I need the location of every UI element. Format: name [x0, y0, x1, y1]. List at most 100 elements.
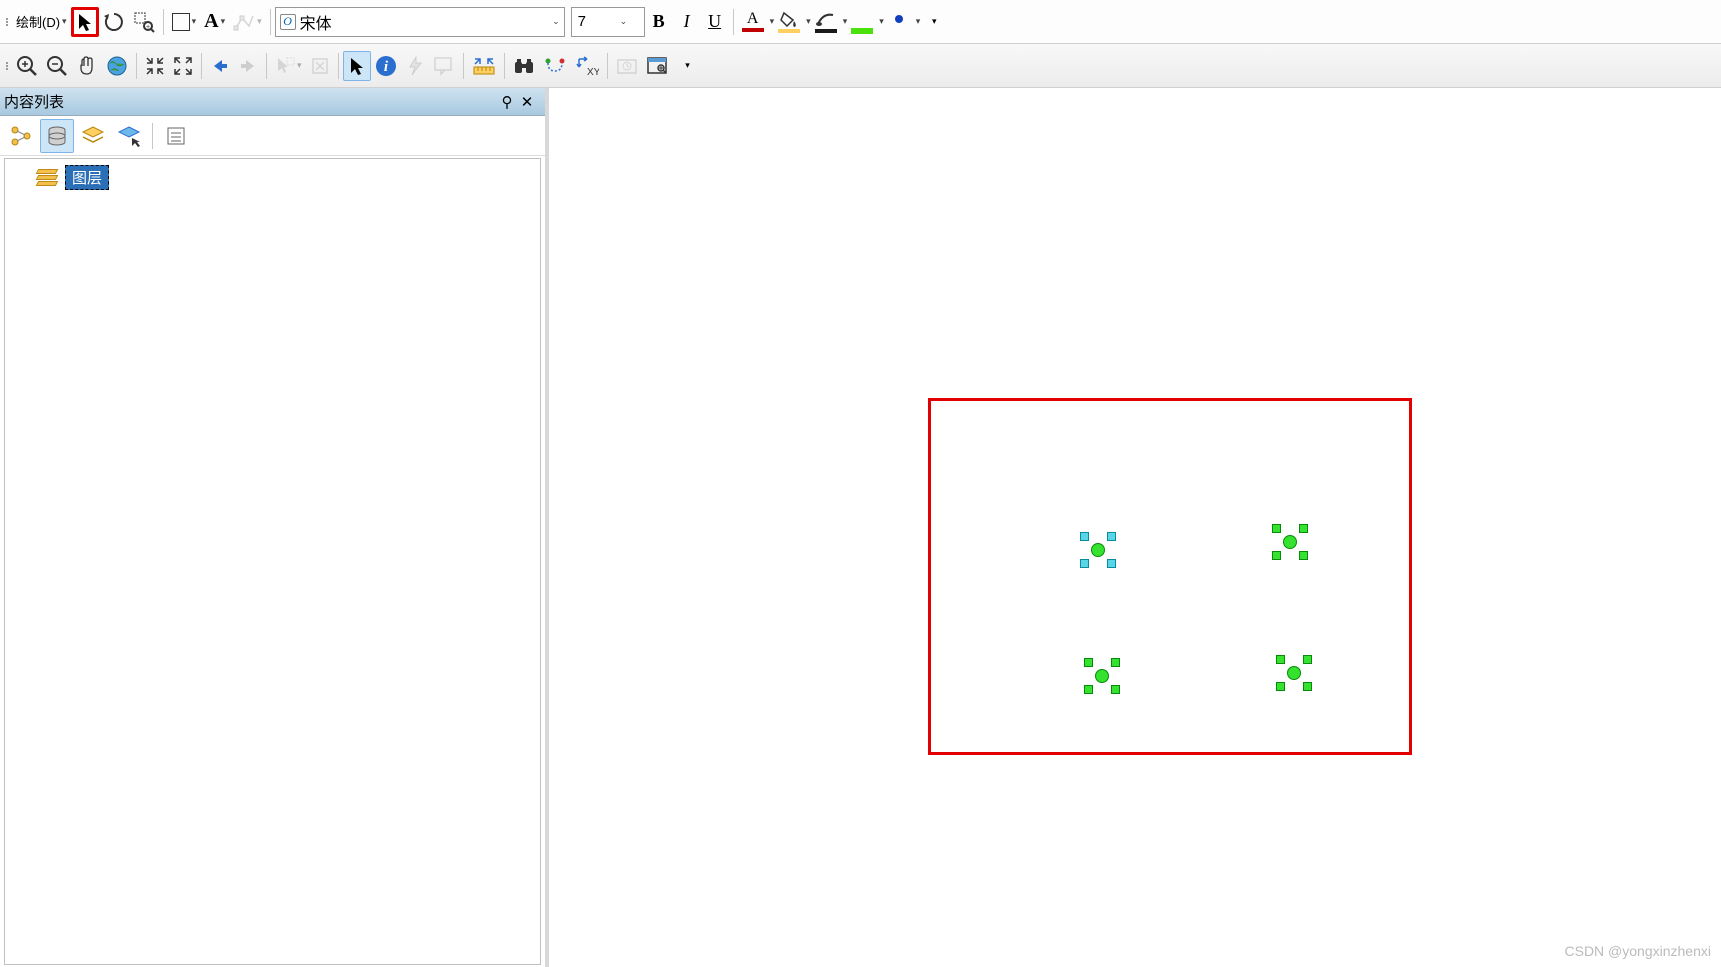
line-color-button[interactable] [811, 7, 841, 37]
map-point-marker[interactable] [1272, 524, 1308, 560]
draw-menu[interactable]: 绘制(D) ▾ [12, 7, 71, 37]
separator [152, 123, 153, 149]
separator [733, 9, 734, 35]
watermark: CSDN @yongxinzhenxi [1565, 943, 1712, 959]
zoom-to-selection-button[interactable]: + [129, 7, 159, 37]
toolbar-grip[interactable] [4, 8, 10, 36]
font-selector[interactable]: O ⌄ [275, 7, 565, 37]
overflow-icon: ▾ [932, 16, 937, 27]
time-icon [616, 56, 638, 76]
font-size-selector[interactable]: ⌄ [571, 7, 645, 37]
map-point-marker[interactable] [1084, 658, 1120, 694]
globe-icon [106, 55, 128, 77]
fixed-zoom-out-button[interactable] [169, 51, 197, 81]
dropdown-arrow-icon: ▾ [192, 16, 197, 27]
toolbar-overflow-button[interactable]: ▾ [674, 51, 702, 81]
font-size-input[interactable] [578, 13, 618, 30]
separator [270, 9, 271, 35]
options-icon [165, 125, 187, 147]
toc-root-item[interactable]: 图层 [11, 165, 534, 190]
find-route-button[interactable] [539, 51, 571, 81]
pin-icon: ⚲ [502, 94, 513, 111]
pan-button[interactable] [72, 51, 102, 81]
annotation-box [928, 398, 1412, 755]
hand-icon [76, 55, 98, 77]
forward-arrow-icon [238, 57, 258, 75]
vertices-icon [233, 12, 255, 32]
measure-button[interactable] [468, 51, 500, 81]
viewer-window-button[interactable] [642, 51, 674, 81]
list-by-drawing-order-button[interactable] [4, 119, 38, 153]
goto-xy-button[interactable]: XY [571, 51, 603, 81]
separator [504, 53, 505, 79]
marker-color-button[interactable] [847, 7, 877, 37]
list-by-selection-button[interactable] [112, 119, 146, 153]
map-canvas[interactable] [549, 88, 1721, 967]
text-tool-button[interactable]: A ▾ [200, 7, 229, 37]
select-features-button: ▾ [271, 51, 306, 81]
layers-icon [80, 124, 106, 148]
font-color-icon: A [747, 12, 759, 26]
fixed-zoom-in-button[interactable] [141, 51, 169, 81]
back-arrow-icon [210, 57, 230, 75]
identify-button[interactable]: i [371, 51, 401, 81]
info-icon: i [375, 55, 397, 77]
toolbar-grip[interactable] [4, 52, 10, 80]
toc-title: 内容列表 [4, 91, 64, 112]
italic-button[interactable]: I [673, 7, 701, 37]
close-icon: ✕ [521, 94, 534, 111]
map-point-marker[interactable] [1276, 655, 1312, 691]
toolbar-overflow-button[interactable]: ▾ [920, 7, 948, 37]
rotate-button[interactable] [99, 7, 129, 37]
underline-icon: U [708, 11, 721, 32]
list-by-visibility-button[interactable] [76, 119, 110, 153]
time-slider-button [612, 51, 642, 81]
zoom-out-button[interactable] [42, 51, 72, 81]
separator [607, 53, 608, 79]
italic-icon: I [684, 11, 690, 32]
lightning-icon [406, 55, 424, 77]
find-button[interactable] [509, 51, 539, 81]
map-point-marker[interactable] [1080, 532, 1116, 568]
options-button[interactable] [159, 119, 193, 153]
dropdown-arrow-icon: ▾ [62, 16, 67, 27]
dropdown-arrow-icon: ▾ [221, 16, 226, 27]
pin-button[interactable]: ⚲ [497, 93, 517, 111]
fill-color-swatch [778, 29, 800, 33]
full-extent-button[interactable] [102, 51, 132, 81]
pointer-icon [348, 56, 366, 76]
marker-color-swatch [851, 28, 873, 34]
edit-vertices-button: ▾ [229, 7, 266, 37]
select-cursor-icon [275, 56, 295, 76]
popup-icon [433, 56, 455, 76]
font-name-input[interactable] [300, 13, 550, 31]
tools-toolbar: ▾ i XY ▾ [0, 44, 1721, 88]
svg-text:XY: XY [587, 67, 599, 77]
html-popup-button [429, 51, 459, 81]
viewer-icon [646, 55, 670, 77]
underline-button[interactable]: U [701, 7, 729, 37]
toc-tree[interactable]: 图层 [4, 158, 541, 965]
close-panel-button[interactable]: ✕ [517, 93, 537, 111]
arrows-in-icon [145, 56, 165, 76]
symbol-color-button[interactable] [884, 7, 914, 37]
toc-root-label: 图层 [65, 165, 109, 190]
font-color-button[interactable]: A [738, 7, 768, 37]
select-elements-tool[interactable] [343, 51, 371, 81]
tree-icon [9, 124, 33, 148]
dropdown-arrow-icon: ⌄ [620, 16, 628, 27]
rotate-icon [103, 11, 125, 33]
select-elements-button[interactable] [71, 7, 99, 37]
toc-panel: 内容列表 ⚲ ✕ 图层 [0, 88, 549, 967]
shape-fill-button[interactable]: ▾ [168, 7, 201, 37]
list-by-source-button[interactable] [40, 119, 74, 153]
bold-button[interactable]: B [645, 7, 673, 37]
route-icon [543, 55, 567, 77]
ruler-icon [472, 56, 496, 76]
fill-color-button[interactable] [774, 7, 804, 37]
zoom-in-button[interactable] [12, 51, 42, 81]
dropdown-arrow-icon: ▾ [257, 16, 262, 27]
prev-extent-button[interactable] [206, 51, 234, 81]
layers-stack-icon [35, 169, 59, 187]
bucket-icon [779, 11, 799, 27]
